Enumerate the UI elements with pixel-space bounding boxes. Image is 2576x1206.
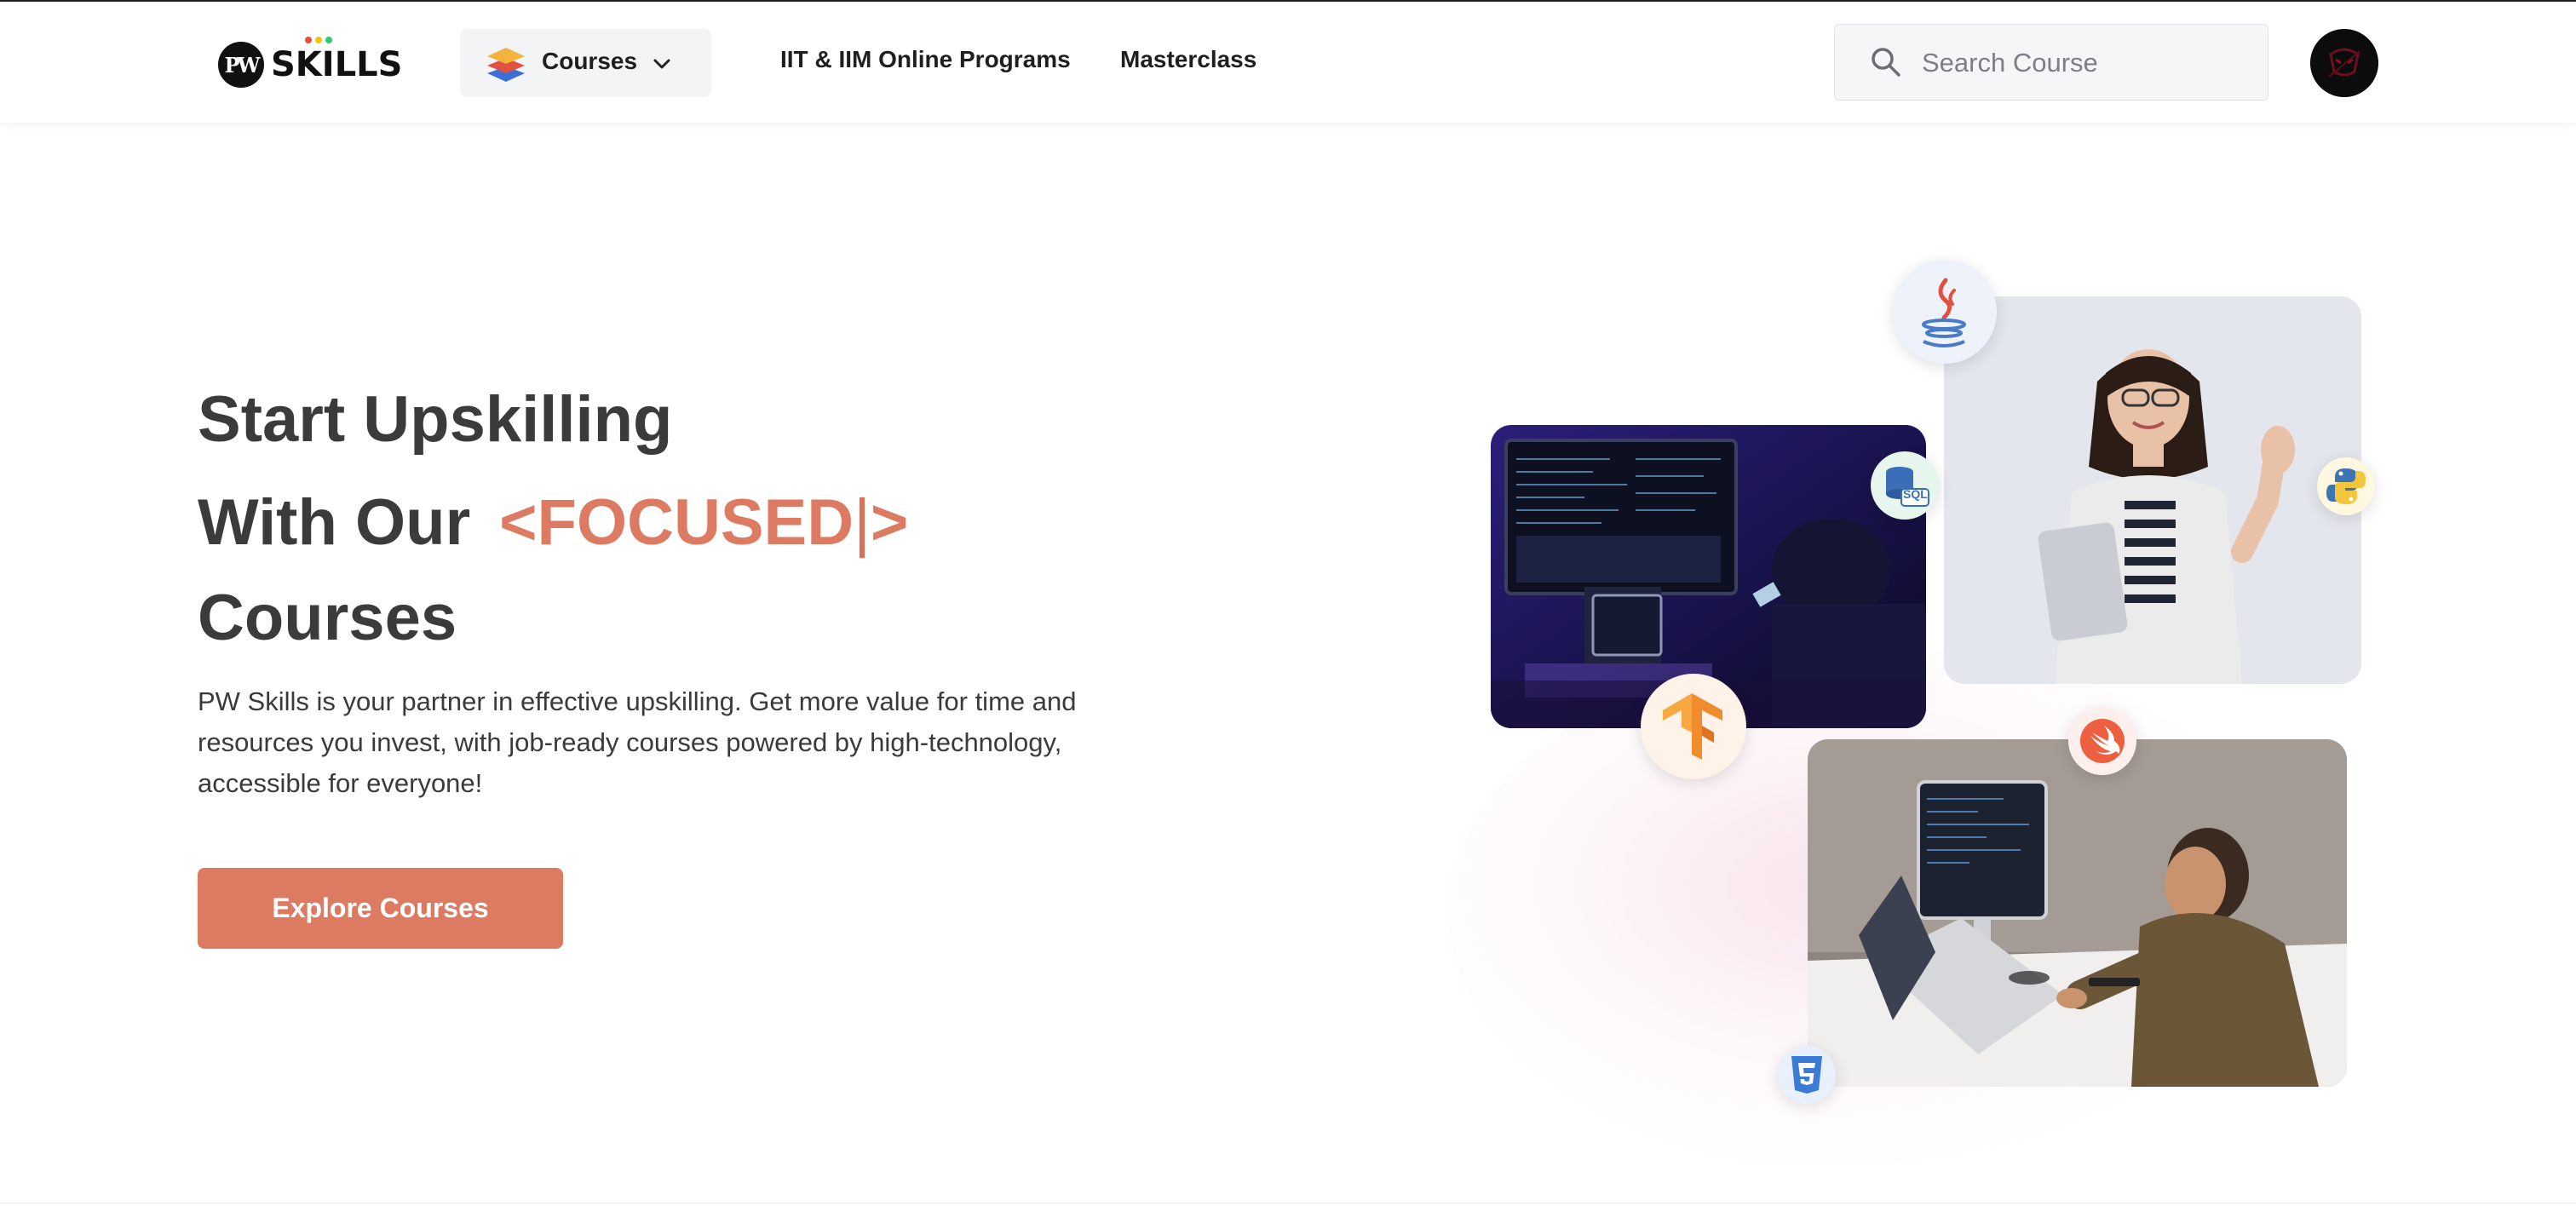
css3-badge [1778, 1046, 1836, 1104]
explore-courses-button[interactable]: Explore Courses [198, 868, 563, 949]
woman-holding-laptop-photo [1944, 296, 2361, 684]
courses-dropdown-button[interactable]: Courses [460, 29, 711, 97]
logo-wordmark: SKILLS [271, 37, 403, 84]
nav-link-iit-iim-programs[interactable]: IIT & IIM Online Programs [780, 46, 1071, 73]
typing-cursor: | [854, 486, 871, 559]
search-box [1834, 24, 2268, 100]
search-icon[interactable] [1869, 45, 1903, 79]
swift-icon [2080, 719, 2125, 763]
typed-word: <FOCUSED [499, 486, 854, 559]
pw-skills-logo[interactable]: PW SKILLS [218, 37, 403, 90]
hero-title-prefix: With Our [198, 486, 471, 559]
hero-title-line-1: Start Upskilling [198, 383, 673, 456]
sql-badge-label: SQL [1903, 487, 1928, 501]
pw-logo-mark: PW [218, 42, 264, 88]
logo-text: SKILLS [271, 45, 403, 84]
java-badge [1893, 260, 1997, 364]
swift-badge [2068, 707, 2136, 775]
sql-badge: SQL [1871, 451, 1939, 520]
nav-link-masterclass[interactable]: Masterclass [1120, 46, 1256, 73]
chevron-down-icon [653, 59, 670, 69]
java-icon [1922, 278, 1966, 347]
avatar[interactable] [2310, 29, 2378, 97]
python-icon [2326, 468, 2366, 504]
typed-highlight: <FOCUSED|> [499, 486, 908, 559]
hero-title-line-2: With Our <FOCUSED|> [198, 491, 908, 555]
hero-title-line-3: Courses [198, 582, 457, 654]
top-navbar: PW SKILLS Courses IIT & IIM Online Progr… [0, 2, 2576, 123]
stack-layers-icon [487, 48, 525, 82]
tensorflow-icon [1663, 693, 1722, 760]
typed-close: > [870, 486, 909, 559]
tensorflow-badge [1641, 674, 1746, 779]
courses-label: Courses [542, 48, 638, 74]
hero-description: PW Skills is your partner in effective u… [198, 686, 1077, 798]
sql-icon [1886, 467, 1929, 507]
logo-dots [305, 37, 332, 43]
avatar-image [2310, 29, 2378, 97]
python-badge [2317, 457, 2375, 515]
man-at-desk-photo [1808, 739, 2347, 1087]
css3-icon [1791, 1056, 1822, 1094]
search-input[interactable] [1920, 40, 2247, 86]
